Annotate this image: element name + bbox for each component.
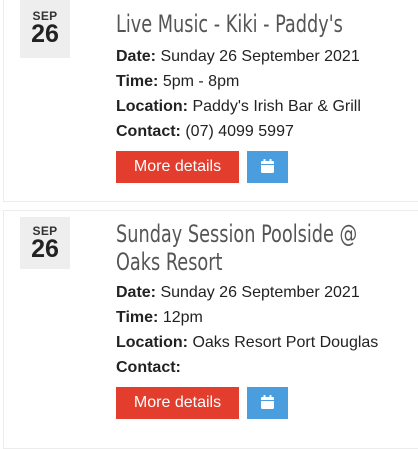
event-time-row: Time: 5pm - 8pm [116,69,412,94]
date-value: Sunday 26 September 2021 [156,48,360,65]
location-value: Paddy's Irish Bar & Grill [188,98,361,115]
contact-label: Contact: [116,123,181,140]
date-month: SEP [32,224,58,238]
time-value: 12pm [158,309,203,326]
calendar-icon [261,395,274,409]
event-contact-row: Contact: [116,355,412,380]
event-date-row: Date: Sunday 26 September 2021 [116,44,412,69]
event-title-line: Oaks Resort [116,248,223,276]
event-title-line: Live Music - Kiki - Paddy's [116,10,343,38]
event-card: SEP 26 Live Music - Kiki - Paddy's Date:… [3,0,418,202]
location-value: Oaks Resort Port Douglas [188,334,379,351]
event-location-row: Location: Oaks Resort Port Douglas [116,330,412,355]
event-body: Sunday Session Poolside @ Oaks Resort Da… [116,220,412,419]
date-month: SEP [32,9,58,23]
date-day: 26 [31,20,59,48]
date-badge: SEP 26 [20,217,70,269]
event-time-row: Time: 12pm [116,305,412,330]
contact-value: (07) 4099 5997 [180,123,294,140]
event-title[interactable]: Live Music - Kiki - Paddy's [116,10,359,38]
time-label: Time: [116,309,159,326]
add-to-calendar-button[interactable] [247,387,288,419]
more-details-button[interactable]: More details [116,151,239,183]
event-card: SEP 26 Sunday Session Poolside @ Oaks Re… [3,210,418,449]
event-location-row: Location: Paddy's Irish Bar & Grill [116,94,412,119]
event-contact-row: Contact: (07) 4099 5997 [116,119,412,144]
event-title-line: Sunday Session Poolside @ [116,220,358,248]
date-value: Sunday 26 September 2021 [156,284,360,301]
event-actions: More details [116,387,412,419]
more-details-button[interactable]: More details [116,387,239,419]
date-label: Date: [116,284,157,301]
location-label: Location: [116,98,188,115]
event-actions: More details [116,151,412,183]
time-label: Time: [116,73,159,90]
event-date-row: Date: Sunday 26 September 2021 [116,280,412,305]
add-to-calendar-button[interactable] [247,151,288,183]
event-title[interactable]: Sunday Session Poolside @ Oaks Resort [116,220,359,276]
event-body: Live Music - Kiki - Paddy's Date: Sunday… [116,10,412,183]
time-value: 5pm - 8pm [158,73,240,90]
location-label: Location: [116,334,188,351]
contact-label: Contact: [116,359,181,376]
calendar-icon [261,159,274,173]
date-label: Date: [116,48,157,65]
date-badge: SEP 26 [20,0,70,58]
date-day: 26 [31,235,59,263]
